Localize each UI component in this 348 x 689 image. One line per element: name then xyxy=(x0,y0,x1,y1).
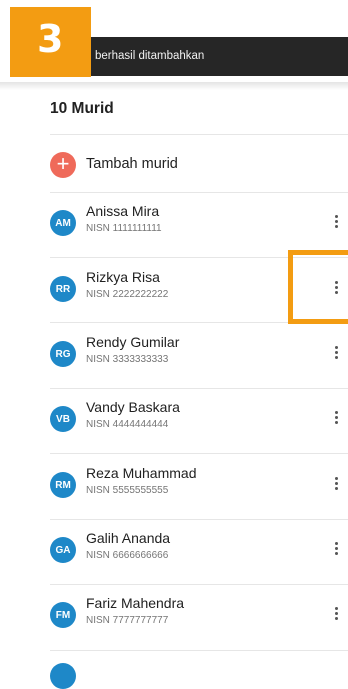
student-row[interactable]: GA Galih Ananda NISN 6666666666 xyxy=(50,530,348,601)
student-nisn: NISN 3333333333 xyxy=(86,354,169,365)
student-name: Rendy Gumilar xyxy=(86,334,180,350)
student-row[interactable]: RM Reza Muhammad NISN 5555555555 xyxy=(50,465,348,536)
avatar: AM xyxy=(50,210,76,236)
tutorial-highlight-box xyxy=(288,250,348,324)
student-name: Anissa Mira xyxy=(86,203,160,219)
divider xyxy=(50,584,348,585)
add-student-button[interactable]: + Tambah murid xyxy=(50,150,348,180)
step-number-badge: 3 xyxy=(10,7,91,77)
student-name: Reza Muhammad xyxy=(86,465,197,481)
more-vert-icon[interactable] xyxy=(326,600,346,626)
more-vert-icon[interactable] xyxy=(326,339,346,365)
avatar xyxy=(50,663,76,689)
student-name: Rizkya Risa xyxy=(86,269,160,285)
avatar: RR xyxy=(50,276,76,302)
divider xyxy=(50,650,348,651)
plus-icon: + xyxy=(50,152,76,178)
more-vert-icon[interactable] xyxy=(326,208,346,234)
avatar: RM xyxy=(50,472,76,498)
snackbar-toast: berhasil ditambahkan xyxy=(82,37,348,76)
student-nisn: NISN 6666666666 xyxy=(86,550,169,561)
avatar: FM xyxy=(50,602,76,628)
student-row[interactable]: FM Fariz Mahendra NISN 7777777777 xyxy=(50,595,348,666)
student-nisn: NISN 5555555555 xyxy=(86,485,169,496)
divider xyxy=(50,134,348,135)
divider xyxy=(50,192,348,193)
header-shadow xyxy=(0,82,348,90)
divider xyxy=(50,519,348,520)
more-vert-icon[interactable] xyxy=(326,535,346,561)
avatar: GA xyxy=(50,537,76,563)
student-nisn: NISN 2222222222 xyxy=(86,289,169,300)
toast-message: berhasil ditambahkan xyxy=(95,50,205,62)
more-vert-icon[interactable] xyxy=(326,470,346,496)
student-name: Vandy Baskara xyxy=(86,399,180,415)
more-vert-icon[interactable] xyxy=(326,404,346,430)
divider xyxy=(50,388,348,389)
divider xyxy=(50,453,348,454)
avatar: RG xyxy=(50,341,76,367)
add-student-label: Tambah murid xyxy=(86,156,178,172)
student-name: Fariz Mahendra xyxy=(86,595,185,611)
student-nisn: NISN 4444444444 xyxy=(86,419,169,430)
avatar: VB xyxy=(50,406,76,432)
student-row[interactable]: RG Rendy Gumilar NISN 3333333333 xyxy=(50,334,348,405)
student-nisn: NISN 7777777777 xyxy=(86,615,169,626)
step-number: 3 xyxy=(37,17,64,61)
student-nisn: NISN 1111111111 xyxy=(86,223,162,234)
student-name: Galih Ananda xyxy=(86,530,171,546)
student-row[interactable]: VB Vandy Baskara NISN 4444444444 xyxy=(50,399,348,470)
student-count-title: 10 Murid xyxy=(50,100,114,117)
